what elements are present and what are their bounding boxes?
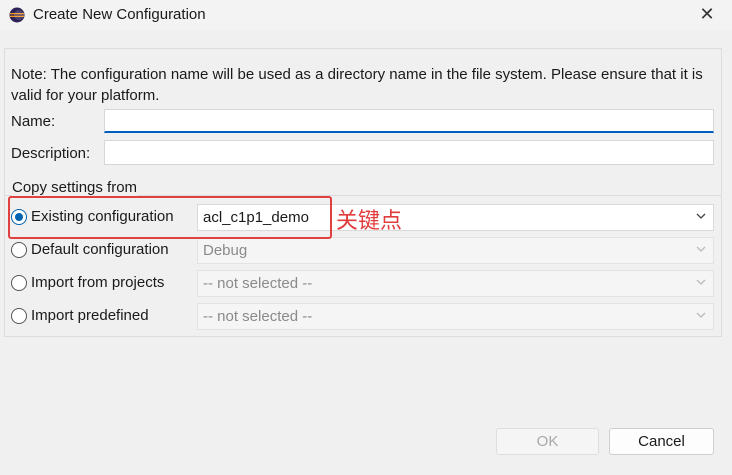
default-configuration-value: Debug [203,242,248,259]
ok-button[interactable]: OK [496,428,599,455]
import-from-projects-radio[interactable] [11,275,27,291]
annotation-text: 关键点 [336,208,403,233]
default-configuration-select[interactable]: Debug [197,237,714,264]
import-predefined-select[interactable]: -- not selected -- [197,303,714,330]
default-configuration-radio[interactable] [11,242,27,258]
copy-settings-title: Copy settings from [12,179,138,196]
import-predefined-label[interactable]: Import predefined [31,307,149,324]
import-predefined-radio[interactable] [11,308,27,324]
chevron-down-icon [696,279,706,285]
cancel-button[interactable]: Cancel [609,428,714,455]
import-predefined-value: -- not selected -- [203,308,313,325]
close-icon[interactable]: ✕ [698,5,716,23]
description-label: Description: [11,145,91,162]
default-configuration-label[interactable]: Default configuration [31,241,169,258]
import-from-projects-select[interactable]: -- not selected -- [197,270,714,297]
import-from-projects-value: -- not selected -- [203,275,313,292]
eclipse-icon [9,7,25,23]
info-note: Note: The configuration name will be use… [11,66,703,104]
highlight-box [8,196,332,239]
chevron-down-icon [696,213,706,219]
chevron-down-icon [696,246,706,252]
description-input[interactable] [104,140,714,165]
chevron-down-icon [696,312,706,318]
title-bar: Create New Configuration ✕ [0,0,732,30]
name-input[interactable] [104,109,714,133]
import-from-projects-label[interactable]: Import from projects [31,274,164,291]
name-label: Name: [11,113,56,130]
window-title: Create New Configuration [33,6,206,23]
